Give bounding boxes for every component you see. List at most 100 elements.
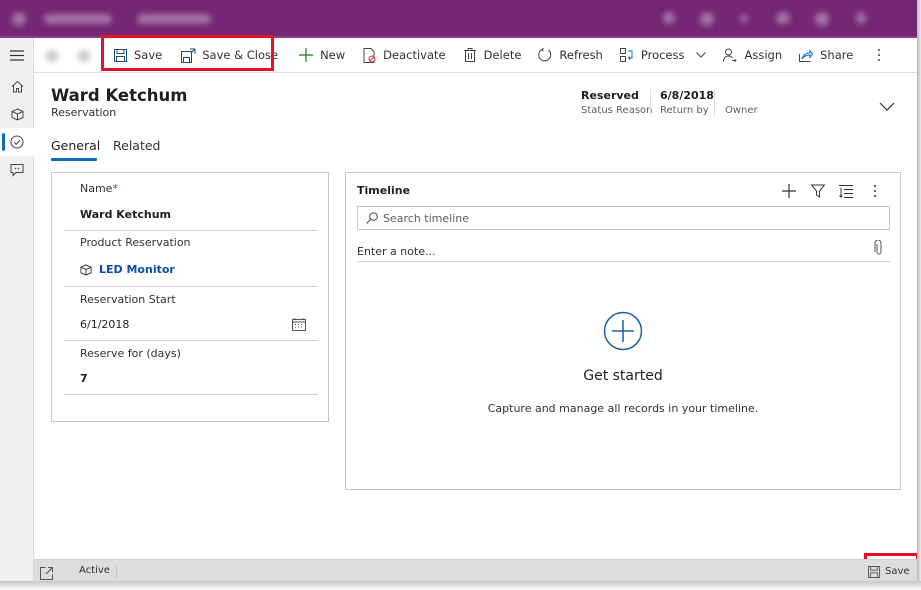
product-reservation-link[interactable]: LED Monitor (99, 263, 175, 276)
deactivate-button[interactable]: Deactivate (353, 39, 453, 72)
record-entity-name: Reservation (51, 106, 117, 119)
app-title (137, 14, 211, 24)
settings-icon[interactable] (815, 12, 829, 26)
home-icon[interactable] (0, 72, 34, 100)
save-close-icon (180, 47, 196, 63)
reservation-start-label: Reservation Start (80, 293, 176, 306)
timeline-search-box[interactable] (357, 206, 890, 230)
delete-button[interactable]: Delete (454, 39, 530, 72)
check-circle-icon[interactable] (0, 128, 34, 156)
field-divider (64, 394, 318, 395)
share-icon (798, 47, 814, 63)
product-reservation-label: Product Reservation (80, 236, 191, 249)
window-edge (917, 0, 921, 585)
plus-icon (298, 47, 314, 63)
timeline-section: Timeline Get started Capture and manage … (345, 172, 901, 490)
owner-label: Owner (725, 105, 758, 116)
reserve-days-input[interactable]: 7 (80, 372, 88, 385)
header-field-status-reason: Reserved Status Reason (581, 89, 653, 116)
filter-icon[interactable] (776, 12, 790, 24)
help-icon[interactable] (856, 12, 866, 24)
chat-icon[interactable] (0, 156, 34, 184)
deactivate-icon (361, 47, 377, 63)
timeline-title: Timeline (357, 184, 411, 197)
assign-label: Assign (744, 48, 783, 62)
owner-value (725, 89, 758, 104)
save-icon (112, 47, 128, 63)
timeline-search-input[interactable] (383, 211, 863, 225)
new-button[interactable]: New (290, 39, 353, 72)
status-reason-value: Reserved (581, 89, 639, 102)
header-field-return-by: 6/8/2018 Return by (660, 89, 714, 116)
header-separator (650, 89, 651, 117)
assistant-icon[interactable] (700, 12, 714, 26)
cube-icon[interactable] (0, 100, 34, 128)
status-reason-label: Status Reason (581, 105, 653, 116)
more-commands-button[interactable] (869, 39, 889, 72)
deactivate-label: Deactivate (383, 48, 446, 62)
assign-icon (722, 47, 738, 63)
general-form-section: Name* Ward Ketchum Product Reservation L… (51, 172, 329, 422)
get-started-title: Get started (583, 368, 663, 384)
process-label: Process (640, 48, 685, 62)
calendar-icon[interactable] (292, 316, 306, 331)
timeline-add-icon[interactable] (780, 182, 798, 200)
refresh-label: Refresh (559, 48, 603, 62)
header-field-owner[interactable]: Owner (725, 89, 758, 116)
name-field-label: Name* (80, 182, 118, 195)
reservation-start-input[interactable]: 6/1/2018 (80, 318, 129, 331)
timeline-sort-icon[interactable] (837, 182, 855, 200)
app-name (44, 14, 112, 24)
field-divider (64, 340, 318, 341)
open-in-new-window-icon[interactable] (40, 565, 53, 580)
attachment-icon[interactable] (874, 239, 886, 256)
header-expand-chevron-icon[interactable] (879, 97, 895, 111)
back-icon[interactable] (46, 49, 58, 62)
process-button[interactable]: Process (611, 39, 715, 72)
new-icon[interactable] (740, 15, 748, 23)
product-reservation-lookup[interactable]: LED Monitor (80, 263, 175, 276)
timeline-filter-icon[interactable] (809, 182, 827, 200)
tab-general[interactable]: General (51, 138, 100, 153)
delete-label: Delete (483, 48, 522, 62)
tab-selected-indicator (51, 158, 97, 161)
refresh-icon (537, 47, 553, 63)
window-edge (0, 581, 921, 590)
statusbar-save-button[interactable]: Save (868, 563, 910, 580)
timeline-more-icon[interactable] (866, 182, 884, 200)
more-vertical-icon (877, 48, 881, 62)
timeline-note-field[interactable] (357, 239, 890, 262)
save-close-button[interactable]: Save & Close (172, 39, 286, 72)
back-forward-nav[interactable] (34, 39, 100, 72)
save-icon (868, 565, 880, 578)
app-header-bar (0, 0, 918, 38)
reserve-days-label: Reserve for (days) (80, 347, 181, 360)
form-switch-icon[interactable] (78, 49, 90, 62)
app-launcher-icon[interactable] (12, 12, 26, 26)
status-bar: Active Save (34, 559, 917, 582)
status-separator (116, 564, 117, 578)
save-button[interactable]: Save (104, 39, 170, 72)
trash-icon (462, 47, 478, 63)
product-cube-icon (80, 263, 92, 276)
return-by-label: Return by (660, 105, 709, 116)
name-field-input[interactable]: Ward Ketchum (80, 208, 171, 221)
timeline-note-input[interactable] (357, 245, 837, 258)
record-status: Active (79, 565, 110, 576)
tab-related[interactable]: Related (113, 138, 160, 153)
chevron-down-icon[interactable] (696, 52, 707, 58)
hamburger-menu-icon[interactable] (0, 41, 34, 69)
left-navigation (0, 38, 34, 582)
search-icon (366, 212, 378, 224)
get-started-add-icon[interactable] (603, 311, 643, 351)
statusbar-save-label: Save (885, 566, 910, 577)
search-icon[interactable] (663, 12, 675, 24)
share-button[interactable]: Share (790, 39, 861, 72)
refresh-button[interactable]: Refresh (529, 39, 610, 72)
assign-button[interactable]: Assign (714, 39, 790, 72)
save-close-label: Save & Close (202, 48, 279, 62)
save-label: Save (134, 48, 163, 62)
return-by-value: 6/8/2018 (660, 89, 714, 102)
record-title: Ward Ketchum (51, 86, 188, 105)
new-label: New (320, 48, 346, 62)
